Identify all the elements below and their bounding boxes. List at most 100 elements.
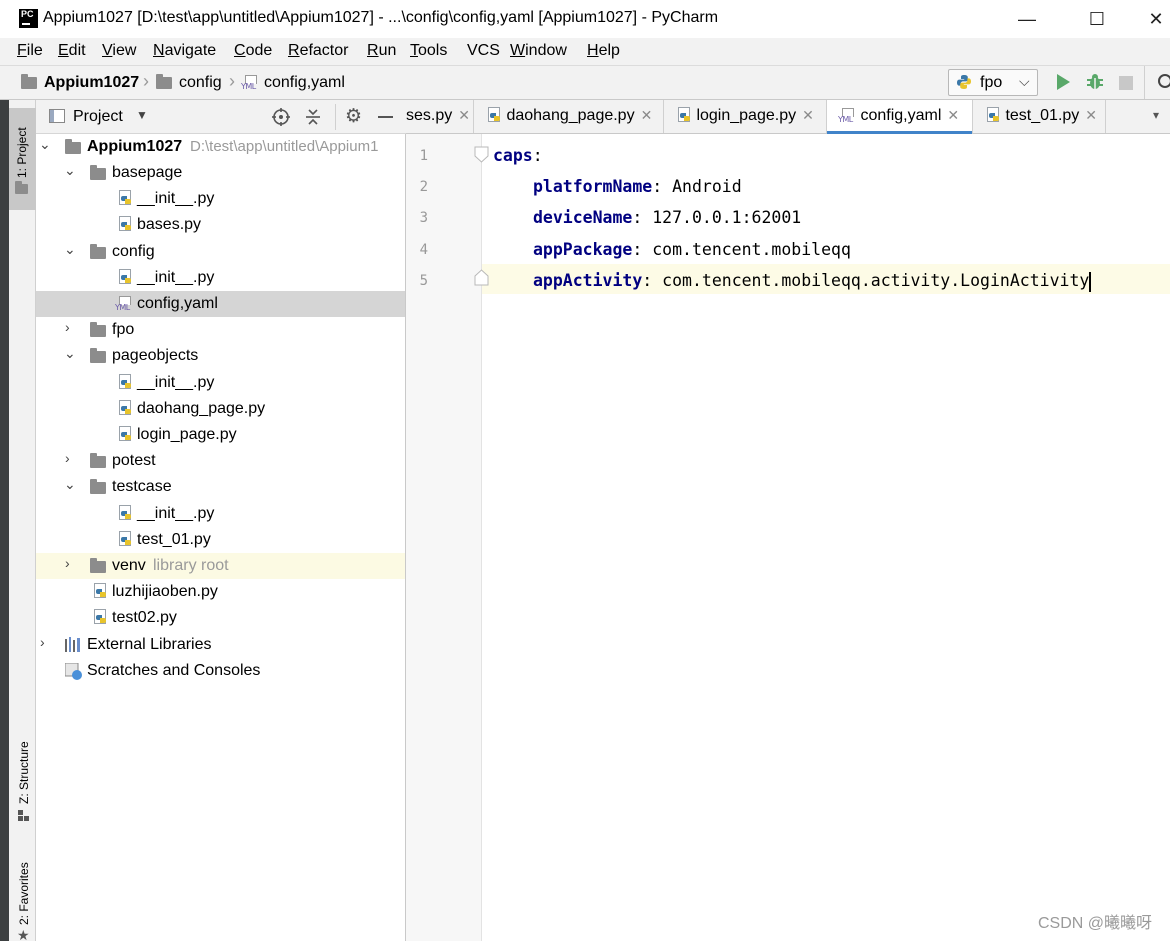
run-configuration-select[interactable]: fpo ⌵ [948, 69, 1038, 96]
menu-run[interactable]: Run [367, 42, 396, 60]
tree-item-test-01[interactable]: test_01.py [36, 527, 405, 553]
project-panel-title[interactable]: Project [73, 108, 123, 126]
tree-item-label: bases.py [137, 216, 202, 233]
debug-icon[interactable] [1085, 72, 1105, 92]
tree-item-luzhijiaoben[interactable]: luzhijiaoben.py [36, 579, 405, 605]
run-icon[interactable] [1054, 73, 1072, 91]
package-folder-icon [90, 244, 106, 259]
menu-tools[interactable]: Tools [410, 42, 447, 60]
tree-item-path: D:\test\app\untitled\Appium1 [190, 138, 379, 155]
breadcrumb-separator-icon: › [143, 71, 149, 91]
menu-window[interactable]: Window [510, 42, 567, 60]
project-view-dropdown-icon[interactable]: ▼ [136, 108, 148, 122]
tree-item-external-libraries[interactable]: › External Libraries [36, 632, 405, 658]
tree-item-scratches[interactable]: Scratches and Consoles [36, 658, 405, 684]
tree-item-label: config,yaml [137, 295, 218, 312]
structure-tool-tab[interactable]: Z: Structure [9, 720, 36, 826]
close-icon[interactable]: ✕ [1085, 107, 1097, 123]
line-number: 5 [419, 273, 428, 289]
tree-item-venv[interactable]: › venv library root [36, 553, 405, 579]
close-window-button[interactable]: ✕ [1142, 4, 1170, 34]
toolbar-divider [1144, 66, 1145, 99]
structure-icon [18, 808, 29, 821]
tree-item-label: basepage [112, 164, 183, 181]
chevron-right-icon[interactable]: › [65, 450, 70, 466]
tab-test-01[interactable]: test_01.py ✕ [973, 100, 1106, 133]
stop-icon[interactable] [1119, 76, 1133, 90]
tree-item-login-page[interactable]: login_page.py [36, 422, 405, 448]
close-icon[interactable]: ✕ [458, 107, 470, 123]
close-icon[interactable]: ✕ [947, 107, 959, 123]
breadcrumb-separator-icon: › [229, 71, 235, 91]
tree-item-testcase-init[interactable]: __init__.py [36, 501, 405, 527]
tree-item-testcase[interactable]: ⌄ testcase [36, 474, 405, 500]
tab-overflow-icon[interactable]: ▾ [1153, 108, 1159, 122]
collapse-all-icon[interactable] [304, 108, 322, 126]
chevron-right-icon[interactable]: › [65, 555, 70, 571]
menu-edit[interactable]: Edit [58, 42, 86, 60]
chevron-down-icon[interactable]: ⌄ [64, 241, 76, 258]
python-file-icon [117, 531, 133, 549]
python-file-icon [486, 107, 502, 125]
code-line: appPackage: com.tencent.mobileqq [533, 240, 851, 259]
menu-refactor[interactable]: Refactor [288, 42, 348, 60]
line-number: 4 [419, 242, 428, 258]
minimize-button[interactable]: — [1004, 4, 1050, 34]
structure-tool-tab-label: Z: Structure [17, 741, 31, 804]
tree-item-bases[interactable]: bases.py [36, 212, 405, 238]
tab-config-yaml[interactable]: YML config,yaml ✕ [827, 100, 973, 134]
text-cursor [1089, 271, 1092, 292]
tree-item-config[interactable]: ⌄ config [36, 239, 405, 265]
library-root-hint: library root [153, 557, 229, 574]
tree-item-pageobjects[interactable]: ⌄ pageobjects [36, 343, 405, 369]
tree-item-pageobjects-init[interactable]: __init__.py [36, 370, 405, 396]
code-editor[interactable]: caps: platformName: Android deviceName: … [482, 134, 1170, 941]
chevron-down-icon[interactable]: ⌄ [64, 162, 76, 179]
tree-item-test02[interactable]: test02.py [36, 605, 405, 631]
tree-item-root[interactable]: ⌄ Appium1027 D:\test\app\untitled\Appium… [36, 134, 405, 160]
close-icon[interactable]: ✕ [641, 107, 653, 123]
tree-item-basepage-init[interactable]: __init__.py [36, 186, 405, 212]
favorites-tool-tab[interactable]: 2: Favorites ★ [9, 845, 36, 943]
folder-icon [156, 74, 172, 89]
package-folder-icon [90, 165, 106, 180]
tree-item-label: __init__.py [137, 374, 215, 391]
chevron-right-icon[interactable]: › [40, 634, 45, 650]
tree-item-basepage[interactable]: ⌄ basepage [36, 160, 405, 186]
search-icon[interactable] [1156, 73, 1170, 91]
chevron-down-icon[interactable]: ⌄ [39, 136, 51, 153]
hide-panel-icon[interactable] [378, 116, 393, 118]
menu-file[interactable]: File [17, 42, 43, 60]
tree-item-label: External Libraries [87, 636, 212, 653]
gear-icon[interactable]: ⚙ [345, 105, 362, 128]
folder-icon [90, 558, 106, 573]
project-view-icon [49, 109, 65, 123]
code-line: caps: [493, 146, 543, 165]
star-icon: ★ [17, 927, 30, 943]
python-file-icon [92, 583, 108, 601]
breadcrumb-project[interactable]: Appium1027 [44, 74, 139, 92]
tree-item-config-init[interactable]: __init__.py [36, 265, 405, 291]
tab-daohang-page[interactable]: daohang_page.py ✕ [474, 100, 664, 133]
project-tool-tab[interactable]: 1: Project [9, 108, 36, 210]
locate-file-icon[interactable] [272, 108, 290, 126]
breadcrumb-file[interactable]: config,yaml [264, 74, 345, 92]
tree-item-config-yaml[interactable]: YML config,yaml [36, 291, 405, 317]
menu-navigate[interactable]: Navigate [153, 42, 216, 60]
menu-vcs[interactable]: VCS [467, 42, 500, 60]
tree-item-fpo[interactable]: › fpo [36, 317, 405, 343]
tree-item-daohang-page[interactable]: daohang_page.py [36, 396, 405, 422]
close-icon[interactable]: ✕ [802, 107, 814, 123]
chevron-down-icon[interactable]: ⌄ [64, 476, 76, 493]
maximize-button[interactable]: ☐ [1074, 4, 1120, 34]
menu-code[interactable]: Code [234, 42, 272, 60]
chevron-right-icon[interactable]: › [65, 319, 70, 335]
menu-help[interactable]: Help [587, 42, 620, 60]
menu-view[interactable]: View [102, 42, 136, 60]
tab-bases[interactable]: ses.py ✕ [406, 100, 474, 133]
breadcrumb-folder[interactable]: config [179, 74, 222, 92]
tab-login-page[interactable]: login_page.py ✕ [664, 100, 827, 133]
chevron-down-icon[interactable]: ⌄ [64, 345, 76, 362]
python-file-icon [117, 400, 133, 418]
tree-item-potest[interactable]: › potest [36, 448, 405, 474]
